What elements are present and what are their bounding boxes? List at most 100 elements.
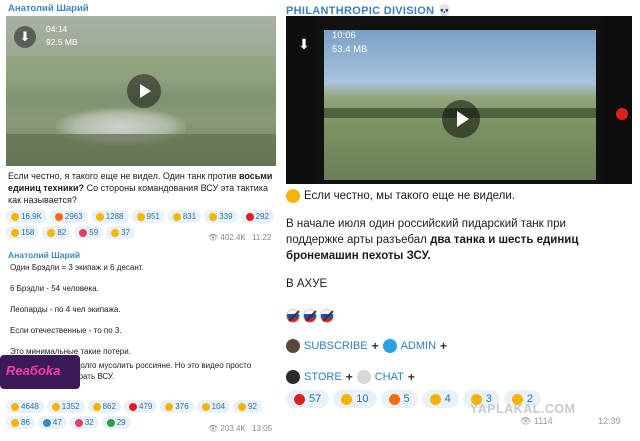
reaction-count: 37: [121, 228, 131, 237]
crossed-flag-icon: [286, 309, 300, 323]
reaction-chip[interactable]: 479: [123, 400, 158, 413]
reaction-count: 376: [175, 402, 189, 411]
reaction-chip[interactable]: 862: [87, 400, 121, 413]
download-icon[interactable]: ⬇: [294, 36, 314, 56]
reaction-chip[interactable]: 104: [196, 400, 231, 413]
post-paragraph: В начале июля один российский пидарский …: [286, 216, 626, 264]
reaction-chip[interactable]: 951: [131, 210, 165, 223]
fire-icon: [54, 212, 63, 221]
video-player[interactable]: ⬇ 10:06 53.4 MB: [286, 16, 632, 184]
reaction-chip[interactable]: 4648: [6, 400, 44, 413]
video-right-bar: [602, 16, 632, 184]
logo-text: Reaбoka: [6, 363, 61, 378]
crossed-flag-icon: [303, 309, 317, 323]
post-time: 12:39: [598, 416, 621, 426]
reaction-count: 92: [248, 402, 257, 411]
reaction-count: 479: [138, 402, 153, 411]
chat-icon: [356, 370, 371, 384]
reaction-chip[interactable]: 16.9K: [6, 210, 47, 223]
reaction-chip[interactable]: 158: [6, 226, 40, 239]
video-duration: 10:06: [332, 30, 356, 41]
store-icon: [286, 370, 300, 384]
reaction-count: 86: [21, 418, 30, 427]
reaction-count: 16.9K: [21, 212, 42, 221]
post-text: Если честно, я такого еще не видел. Один…: [8, 170, 274, 206]
reaction-chip[interactable]: 5: [380, 390, 418, 408]
watermark: YAPLAKAL.COM: [470, 402, 576, 416]
admin-link[interactable]: ADMIN: [401, 340, 436, 352]
post-line: Один Брэдли = 3 экипаж и 6 десант.: [10, 263, 144, 272]
reaction-count: 831: [182, 212, 197, 221]
reaction-chip[interactable]: 376: [160, 400, 194, 413]
reaction-chip[interactable]: 57: [286, 390, 330, 408]
post-views: 👁 203.4K: [208, 424, 246, 433]
reaction-chip[interactable]: 1352: [46, 400, 85, 413]
angry-red-face-icon: [294, 393, 305, 405]
reaction-count: 4648: [21, 402, 39, 411]
chat-link[interactable]: CHAT: [375, 371, 404, 383]
reaction-chip[interactable]: 37: [106, 226, 136, 239]
pointing-hand-icon: [201, 402, 210, 411]
reaction-count: 951: [146, 212, 160, 221]
clapping-hands-icon: [11, 418, 19, 427]
reaction-chip[interactable]: 4: [421, 390, 459, 408]
reaction-chip[interactable]: 339: [204, 210, 238, 223]
lead-text: Если честно, мы такого еще не видели.: [304, 190, 515, 202]
post-line: 6 Брэдли - 54 человека.: [10, 284, 99, 293]
post-author[interactable]: Анатолий Шарий: [8, 250, 80, 260]
party-face-icon: [165, 402, 174, 411]
plus-icon: +: [407, 370, 415, 384]
reaction-chip[interactable]: 292: [240, 210, 274, 223]
reaction-count: 29: [116, 418, 126, 427]
hundred-icon: [42, 418, 51, 427]
links-row: STORE + CHAT +: [286, 370, 415, 384]
play-button[interactable]: [127, 74, 161, 108]
reaction-count: 5: [403, 393, 410, 405]
reaction-chip[interactable]: 2963: [49, 210, 88, 223]
reaction-count: 47: [52, 418, 62, 427]
reaction-chip[interactable]: 29: [101, 416, 131, 429]
video-duration: 04:14: [46, 24, 68, 34]
reaction-chip[interactable]: 32: [69, 416, 99, 429]
fire-icon: [388, 393, 400, 405]
links-row: SUBSCRIBE + ADMIN +: [286, 339, 447, 353]
reaction-count: 59: [89, 228, 99, 237]
reaction-chip[interactable]: 86: [6, 416, 35, 429]
sad-face-icon: [136, 212, 145, 221]
play-button[interactable]: [442, 100, 480, 138]
neutral-face-icon: [51, 402, 60, 411]
subscribe-link[interactable]: SUBSCRIBE: [304, 340, 368, 352]
reaction-count: 4: [444, 393, 451, 405]
heart-icon: [245, 212, 254, 221]
views-count: 203.4K: [220, 424, 246, 433]
left-telegram-panel: Анатолий Шарий ⬇ 04:14 92.5 MB Если чест…: [0, 0, 278, 441]
reaction-chip[interactable]: 831: [167, 210, 202, 223]
reaction-chip[interactable]: 1288: [90, 210, 129, 223]
reaction-chip[interactable]: 82: [42, 226, 72, 239]
reaction-chip[interactable]: 10: [333, 390, 377, 408]
post-line: Если отечественные - то по 3.: [10, 326, 122, 335]
reaction-chip[interactable]: 92: [233, 400, 262, 413]
reabok-logo: Reaбoka: [0, 355, 80, 389]
post-time: 13:05: [252, 424, 273, 433]
reaction-chip[interactable]: 47: [37, 416, 67, 429]
store-link[interactable]: STORE: [304, 371, 342, 383]
post-outro: В АХУЕ: [286, 278, 328, 290]
reaction-count: 158: [21, 228, 35, 237]
laughing-face-icon: [111, 228, 120, 237]
record-icon: [616, 108, 628, 120]
thumbs-up-icon: [11, 402, 19, 411]
download-icon[interactable]: ⬇: [14, 26, 36, 48]
reaction-chip[interactable]: 59: [74, 226, 104, 239]
neutral-face-icon: [209, 212, 218, 221]
heart-eyes-face-icon: [429, 393, 441, 405]
praying-hands-icon: [47, 228, 56, 237]
angry-face-icon: [92, 402, 101, 411]
video-player[interactable]: ⬇ 04:14 92.5 MB: [6, 16, 276, 166]
heart-icon: [128, 402, 137, 411]
channel-avatar-icon: [286, 339, 300, 353]
right-telegram-panel: PHILANTHROPIC DIVISION 💀 ⬇ 10:06 53.4 MB…: [280, 0, 640, 441]
post-author[interactable]: Анатолий Шарий: [8, 3, 89, 14]
post-line: Леопарды - по 4 чел экипажа.: [10, 305, 121, 314]
plus-icon: +: [371, 339, 379, 353]
